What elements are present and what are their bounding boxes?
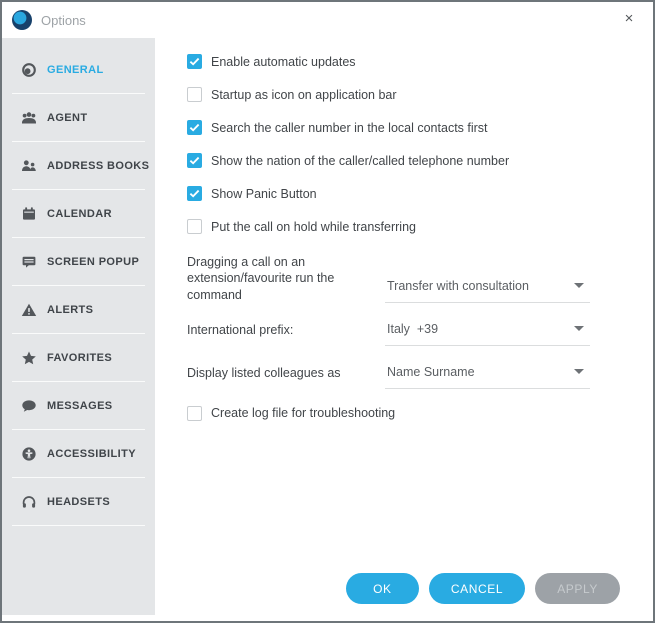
drag-command-row: Dragging a call on an extension/favourit… bbox=[187, 252, 653, 303]
checkbox-label: Startup as icon on application bar bbox=[211, 88, 397, 102]
dropdown-drag-command[interactable]: Transfer with consultation bbox=[385, 277, 590, 303]
checkbox-box[interactable] bbox=[187, 406, 202, 421]
checkbox-box[interactable] bbox=[187, 87, 202, 102]
calendar-icon bbox=[21, 206, 37, 222]
checkbox-label: Put the call on hold while transferring bbox=[211, 220, 416, 234]
international-prefix-row: International prefix: Italy +39 bbox=[187, 320, 653, 346]
screen-popup-icon bbox=[21, 254, 37, 270]
ok-button[interactable]: OK bbox=[346, 573, 419, 604]
dropdown-value: Name Surname bbox=[387, 365, 475, 379]
display-colleagues-row: Display listed colleagues as Name Surnam… bbox=[187, 363, 653, 389]
checkbox-box[interactable] bbox=[187, 219, 202, 234]
checkbox-search-caller-local-contacts[interactable]: Search the caller number in the local co… bbox=[187, 120, 653, 135]
sidebar-item-calendar[interactable]: CALENDAR bbox=[2, 190, 155, 238]
checkbox-label: Enable automatic updates bbox=[211, 55, 356, 69]
favorites-icon bbox=[21, 350, 37, 366]
dropdown-value: Italy +39 bbox=[387, 322, 438, 336]
chevron-down-icon bbox=[574, 283, 584, 288]
sidebar-item-accessibility[interactable]: ACCESSIBILITY bbox=[2, 430, 155, 478]
sidebar-item-label: CALENDAR bbox=[47, 208, 112, 220]
general-icon bbox=[21, 62, 37, 78]
checkbox-show-nation[interactable]: Show the nation of the caller/called tel… bbox=[187, 153, 653, 168]
apply-button[interactable]: APPLY bbox=[535, 573, 620, 604]
checkbox-box[interactable] bbox=[187, 186, 202, 201]
cancel-button[interactable]: CANCEL bbox=[429, 573, 525, 604]
sidebar-item-label: ACCESSIBILITY bbox=[47, 448, 136, 460]
sidebar-item-label: ADDRESS BOOKS bbox=[47, 160, 149, 172]
checkbox-label: Show Panic Button bbox=[211, 187, 317, 201]
checkbox-label: Create log file for troubleshooting bbox=[211, 406, 395, 420]
checkbox-create-log-file[interactable]: Create log file for troubleshooting bbox=[187, 406, 653, 421]
sidebar-item-favorites[interactable]: FAVORITES bbox=[2, 334, 155, 382]
chevron-down-icon bbox=[574, 326, 584, 331]
sidebar-item-label: SCREEN POPUP bbox=[47, 256, 139, 268]
address-books-icon bbox=[21, 158, 37, 174]
checkbox-box[interactable] bbox=[187, 153, 202, 168]
checkbox-box[interactable] bbox=[187, 120, 202, 135]
app-logo-icon bbox=[12, 10, 32, 30]
chevron-down-icon bbox=[574, 369, 584, 374]
checkbox-box[interactable] bbox=[187, 54, 202, 69]
sidebar-item-messages[interactable]: MESSAGES bbox=[2, 382, 155, 430]
checkbox-startup-as-icon[interactable]: Startup as icon on application bar bbox=[187, 87, 653, 102]
sidebar-item-label: FAVORITES bbox=[47, 352, 112, 364]
alerts-icon bbox=[21, 302, 37, 318]
window-title: Options bbox=[41, 13, 86, 28]
general-settings-panel: Enable automatic updates Startup as icon… bbox=[155, 38, 653, 621]
dropdown-label: Display listed colleagues as bbox=[187, 363, 385, 389]
sidebar-item-agent[interactable]: AGENT bbox=[2, 94, 155, 142]
sidebar-item-general[interactable]: GENERAL bbox=[2, 46, 155, 94]
agent-icon bbox=[21, 110, 37, 126]
dropdown-value: Transfer with consultation bbox=[387, 279, 529, 293]
sidebar-item-screen-popup[interactable]: SCREEN POPUP bbox=[2, 238, 155, 286]
close-icon[interactable]: × bbox=[619, 10, 639, 30]
headsets-icon bbox=[21, 494, 37, 510]
sidebar-item-alerts[interactable]: ALERTS bbox=[2, 286, 155, 334]
sidebar-item-label: GENERAL bbox=[47, 64, 104, 76]
sidebar-item-label: HEADSETS bbox=[47, 496, 110, 508]
checkbox-label: Search the caller number in the local co… bbox=[211, 121, 488, 135]
accessibility-icon bbox=[21, 446, 37, 462]
options-dialog: Options × GENERAL AGENT ADDRES bbox=[0, 0, 655, 623]
dropdown-label: Dragging a call on an extension/favourit… bbox=[187, 252, 385, 303]
dropdown-label: International prefix: bbox=[187, 320, 385, 346]
title-bar: Options × bbox=[2, 2, 653, 38]
checkbox-hold-while-transferring[interactable]: Put the call on hold while transferring bbox=[187, 219, 653, 234]
sidebar-item-address-books[interactable]: ADDRESS BOOKS bbox=[2, 142, 155, 190]
dropdown-display-colleagues[interactable]: Name Surname bbox=[385, 363, 590, 389]
sidebar-item-label: ALERTS bbox=[47, 304, 93, 316]
dropdown-international-prefix[interactable]: Italy +39 bbox=[385, 320, 590, 346]
sidebar: GENERAL AGENT ADDRESS BOOKS CALENDAR bbox=[2, 38, 155, 615]
sidebar-item-label: AGENT bbox=[47, 112, 88, 124]
footer-buttons: OK CANCEL APPLY bbox=[346, 573, 620, 604]
sidebar-item-label: MESSAGES bbox=[47, 400, 113, 412]
checkbox-label: Show the nation of the caller/called tel… bbox=[211, 154, 509, 168]
messages-icon bbox=[21, 398, 37, 414]
checkbox-enable-automatic-updates[interactable]: Enable automatic updates bbox=[187, 54, 653, 69]
checkbox-show-panic-button[interactable]: Show Panic Button bbox=[187, 186, 653, 201]
sidebar-item-headsets[interactable]: HEADSETS bbox=[2, 478, 155, 526]
